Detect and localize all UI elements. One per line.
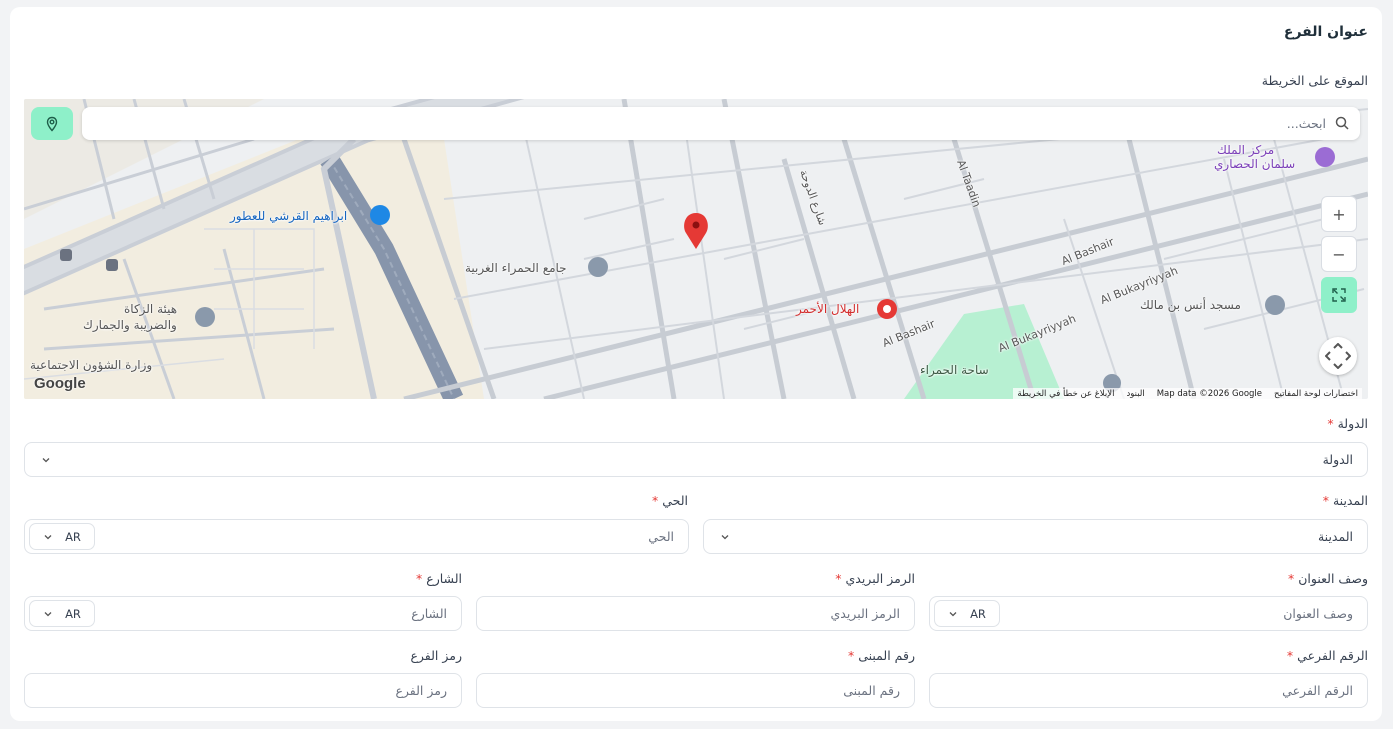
building-label: رقم المبنى*: [847, 648, 915, 663]
map-label-mosque-hamra: جامع الحمراء الغربية: [465, 261, 567, 275]
map-data-text: Map data ©2026 Google: [1156, 389, 1263, 399]
district-lang-select[interactable]: AR: [29, 523, 95, 550]
postal-input[interactable]: [477, 597, 914, 630]
map-label-king-center: مركز الملك: [1217, 143, 1275, 157]
chevron-down-icon: [44, 611, 52, 616]
district-input[interactable]: [25, 520, 688, 553]
location-icon: [46, 116, 58, 132]
map-label-helal: الهلال الأحمر: [796, 302, 860, 316]
zoom-out-button[interactable]: −: [1321, 236, 1357, 272]
google-logo: Google: [34, 375, 86, 392]
branch-address-card: عنوان الفرع الموقع على الخريطة مركز المل…: [10, 7, 1382, 721]
chevron-down-icon: [42, 458, 50, 463]
map-widget[interactable]: مركز الملك سلمان الحصاري ابراهيم القرشي …: [24, 99, 1368, 399]
pan-arrows-icon: [1325, 343, 1351, 369]
map-attribution: اختصارات لوحة المفاتيح Map data ©2026 Go…: [1013, 388, 1362, 399]
expand-icon: [1332, 288, 1346, 302]
chevron-down-icon: [949, 611, 957, 616]
postal-label: الرمز البريدي*: [835, 571, 915, 586]
search-icon: [1335, 116, 1349, 130]
chevron-down-icon: [44, 534, 52, 539]
branch-code-field[interactable]: [24, 673, 462, 708]
city-label: المدينة*: [1322, 493, 1368, 508]
district-field[interactable]: AR: [24, 519, 689, 554]
chevron-down-icon: [721, 535, 729, 540]
address-desc-field[interactable]: AR: [929, 596, 1368, 631]
map-canvas[interactable]: [24, 99, 1368, 399]
map-label-hamra-square: ساحة الحمراء: [920, 363, 989, 377]
fullscreen-button[interactable]: [1321, 277, 1357, 313]
street-field[interactable]: AR: [24, 596, 462, 631]
map-search-box[interactable]: [82, 107, 1360, 140]
city-select[interactable]: المدينة: [703, 519, 1368, 554]
my-location-button[interactable]: [31, 107, 73, 140]
address-desc-label: وصف العنوان*: [1287, 571, 1368, 586]
building-input[interactable]: [477, 674, 914, 707]
map-label-salman: سلمان الحصاري: [1214, 157, 1296, 171]
keyboard-shortcuts-link[interactable]: اختصارات لوحة المفاتيح: [1274, 389, 1358, 399]
location-pin-icon: [684, 213, 708, 249]
sub-number-field[interactable]: [929, 673, 1368, 708]
map-label: الموقع على الخريطة: [1261, 73, 1368, 88]
district-label: الحي*: [651, 493, 688, 508]
zoom-in-button[interactable]: +: [1321, 196, 1357, 232]
branch-code-input[interactable]: [25, 674, 461, 707]
address-desc-lang-select[interactable]: AR: [934, 600, 1000, 627]
country-label: الدولة*: [1327, 416, 1368, 431]
map-search-input[interactable]: [82, 107, 1360, 140]
postal-field[interactable]: [476, 596, 915, 631]
map-pan-control[interactable]: [1319, 337, 1357, 375]
report-error-link[interactable]: الإبلاغ عن خطأ في الخريطة: [1017, 389, 1114, 399]
sub-number-input[interactable]: [930, 674, 1367, 707]
street-label: الشارع*: [416, 571, 462, 586]
street-lang-select[interactable]: AR: [29, 600, 95, 627]
section-title: عنوان الفرع: [1283, 24, 1368, 40]
map-label-anas: مسجد أنس بن مالك: [1140, 298, 1241, 312]
map-label-ibrahim: ابراهيم القرشي للعطور: [230, 209, 348, 223]
terms-link[interactable]: البنود: [1126, 389, 1144, 399]
map-label-zakat: هيئة الزكاة: [124, 302, 178, 316]
map-label-social: وزارة الشؤون الاجتماعية: [30, 358, 153, 372]
branch-code-label: رمز الفرع: [410, 648, 462, 663]
map-label-zakat2: والضريبة والجمارك: [83, 318, 177, 332]
country-select[interactable]: الدولة: [24, 442, 1368, 477]
building-field[interactable]: [476, 673, 915, 708]
sub-number-label: الرقم الفرعي*: [1286, 648, 1368, 663]
